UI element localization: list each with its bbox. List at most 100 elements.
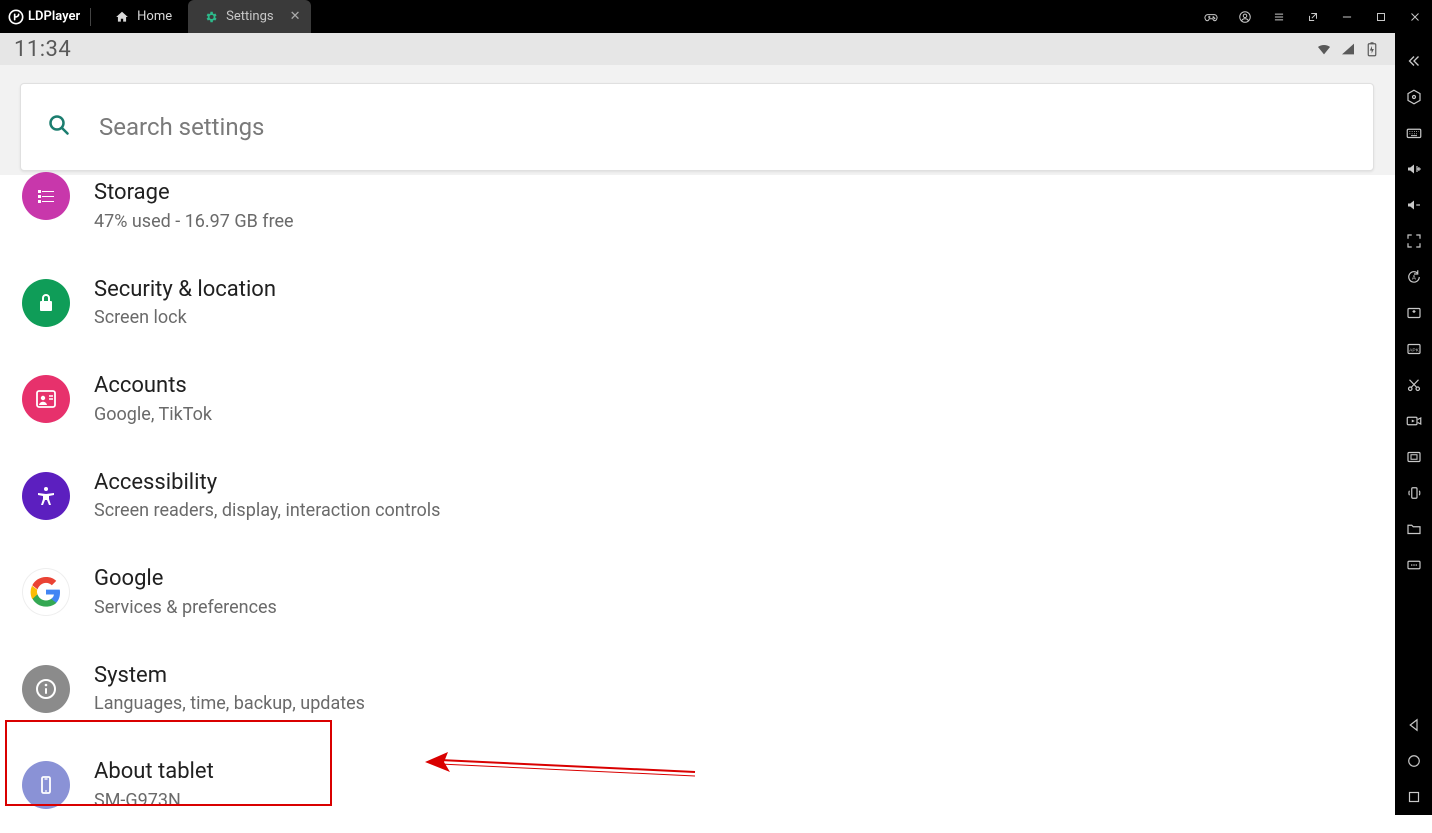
volume-up-icon	[1405, 160, 1423, 178]
settings-item-subtitle: SM-G973N	[94, 790, 214, 811]
menu-button[interactable]	[1262, 0, 1296, 33]
hexagon-settings-icon	[1405, 88, 1423, 106]
settings-item-title: Accessibility	[94, 469, 440, 497]
svg-text:A: A	[1412, 274, 1416, 281]
search-settings-field[interactable]: Search settings	[20, 83, 1374, 171]
gamepad-button[interactable]	[1194, 0, 1228, 33]
settings-item-title: Storage	[94, 179, 294, 207]
scissors-icon	[1405, 376, 1423, 394]
status-time: 11:34	[14, 37, 71, 62]
settings-item-title: Accounts	[94, 372, 212, 400]
keyboard-icon	[1405, 124, 1423, 142]
minimize-button[interactable]	[1330, 0, 1364, 33]
settings-item-security[interactable]: Security & location Screen lock	[0, 254, 1395, 351]
apk-icon: APK	[1405, 340, 1423, 358]
more-box-icon	[1405, 556, 1423, 574]
wifi-icon	[1315, 41, 1333, 57]
toolbar-sync-button[interactable]: A	[1395, 259, 1432, 295]
settings-list: Storage 47% used - 16.97 GB free Securit…	[0, 175, 1395, 815]
minimize-icon	[1340, 10, 1354, 24]
settings-item-system[interactable]: System Languages, time, backup, updates	[0, 640, 1395, 737]
account-button[interactable]	[1228, 0, 1262, 33]
info-icon	[22, 665, 70, 713]
tab-home[interactable]: Home	[99, 0, 188, 33]
toolbar-folder-button[interactable]	[1395, 511, 1432, 547]
triangle-back-icon	[1405, 716, 1423, 734]
square-recent-icon	[1405, 788, 1423, 806]
settings-item-title: Google	[94, 565, 277, 593]
tab-settings-label: Settings	[226, 9, 273, 24]
close-tab-button[interactable]: ✕	[290, 9, 301, 24]
accessibility-icon	[22, 472, 70, 520]
maximize-icon	[1374, 10, 1388, 24]
lock-icon	[22, 279, 70, 327]
settings-item-subtitle: Screen readers, display, interaction con…	[94, 500, 440, 521]
tab-settings[interactable]: Settings ✕	[188, 0, 310, 33]
google-icon	[22, 568, 70, 616]
settings-item-subtitle: Screen lock	[94, 307, 276, 328]
emulator-toolbar: A APK	[1395, 33, 1432, 815]
settings-item-title: System	[94, 662, 365, 690]
settings-item-storage[interactable]: Storage 47% used - 16.97 GB free	[0, 175, 1395, 254]
account-circle-icon	[1238, 10, 1252, 24]
app-titlebar: LDPlayer Home Settings ✕	[0, 0, 1432, 33]
android-back-button[interactable]	[1395, 707, 1432, 743]
settings-item-subtitle: Languages, time, backup, updates	[94, 693, 365, 714]
svg-text:APK: APK	[1409, 347, 1419, 353]
settings-gear-icon	[204, 10, 218, 24]
volume-down-icon	[1405, 196, 1423, 214]
app-name-label: LDPlayer	[28, 9, 80, 24]
search-placeholder: Search settings	[99, 113, 264, 141]
ldplayer-logo-icon	[8, 9, 24, 25]
tablet-icon	[22, 761, 70, 809]
storage-icon	[22, 172, 70, 220]
toolbar-apk-button[interactable]: APK	[1395, 331, 1432, 367]
maximize-button[interactable]	[1364, 0, 1398, 33]
settings-item-title: About tablet	[94, 758, 214, 786]
record-video-icon	[1405, 412, 1423, 430]
toolbar-more-button[interactable]	[1395, 547, 1432, 583]
battery-icon	[1363, 41, 1381, 57]
android-status-bar: 11:34	[0, 33, 1395, 65]
toolbar-cut-button[interactable]	[1395, 367, 1432, 403]
screenshot-frame-icon	[1405, 448, 1423, 466]
window-controls	[1194, 0, 1432, 33]
toolbar-multiwindow-button[interactable]	[1395, 295, 1432, 331]
home-icon	[115, 10, 129, 24]
toolbar-shake-button[interactable]	[1395, 475, 1432, 511]
toolbar-settings-button[interactable]	[1395, 79, 1432, 115]
settings-item-accounts[interactable]: Accounts Google, TikTok	[0, 350, 1395, 447]
fullscreen-icon	[1405, 232, 1423, 250]
settings-item-accessibility[interactable]: Accessibility Screen readers, display, i…	[0, 447, 1395, 544]
settings-item-title: Security & location	[94, 276, 276, 304]
close-window-button[interactable]	[1398, 0, 1432, 33]
close-icon	[1408, 10, 1422, 24]
toolbar-record-button[interactable]	[1395, 403, 1432, 439]
double-chevron-left-icon	[1405, 52, 1423, 70]
toolbar-fullscreen-button[interactable]	[1395, 223, 1432, 259]
settings-item-about-tablet[interactable]: About tablet SM-G973N	[0, 736, 1395, 833]
search-icon	[47, 113, 71, 141]
cellular-icon	[1339, 41, 1357, 57]
toolbar-collapse-button[interactable]	[1395, 43, 1432, 79]
accounts-icon	[22, 375, 70, 423]
settings-item-subtitle: Services & preferences	[94, 597, 277, 618]
settings-item-subtitle: 47% used - 16.97 GB free	[94, 211, 294, 232]
popout-button[interactable]	[1296, 0, 1330, 33]
sync-icon: A	[1405, 268, 1423, 286]
multiwindow-icon	[1405, 304, 1423, 322]
toolbar-volume-down-button[interactable]	[1395, 187, 1432, 223]
android-recent-button[interactable]	[1395, 779, 1432, 815]
settings-item-subtitle: Google, TikTok	[94, 404, 212, 425]
settings-item-google[interactable]: Google Services & preferences	[0, 543, 1395, 640]
app-logo: LDPlayer	[0, 9, 90, 25]
folder-icon	[1405, 520, 1423, 538]
circle-home-icon	[1405, 752, 1423, 770]
toolbar-keyboard-button[interactable]	[1395, 115, 1432, 151]
titlebar-divider	[90, 8, 91, 26]
toolbar-screenshot-button[interactable]	[1395, 439, 1432, 475]
tab-home-label: Home	[137, 9, 172, 24]
toolbar-volume-up-button[interactable]	[1395, 151, 1432, 187]
gamepad-icon	[1204, 10, 1218, 24]
android-home-button[interactable]	[1395, 743, 1432, 779]
